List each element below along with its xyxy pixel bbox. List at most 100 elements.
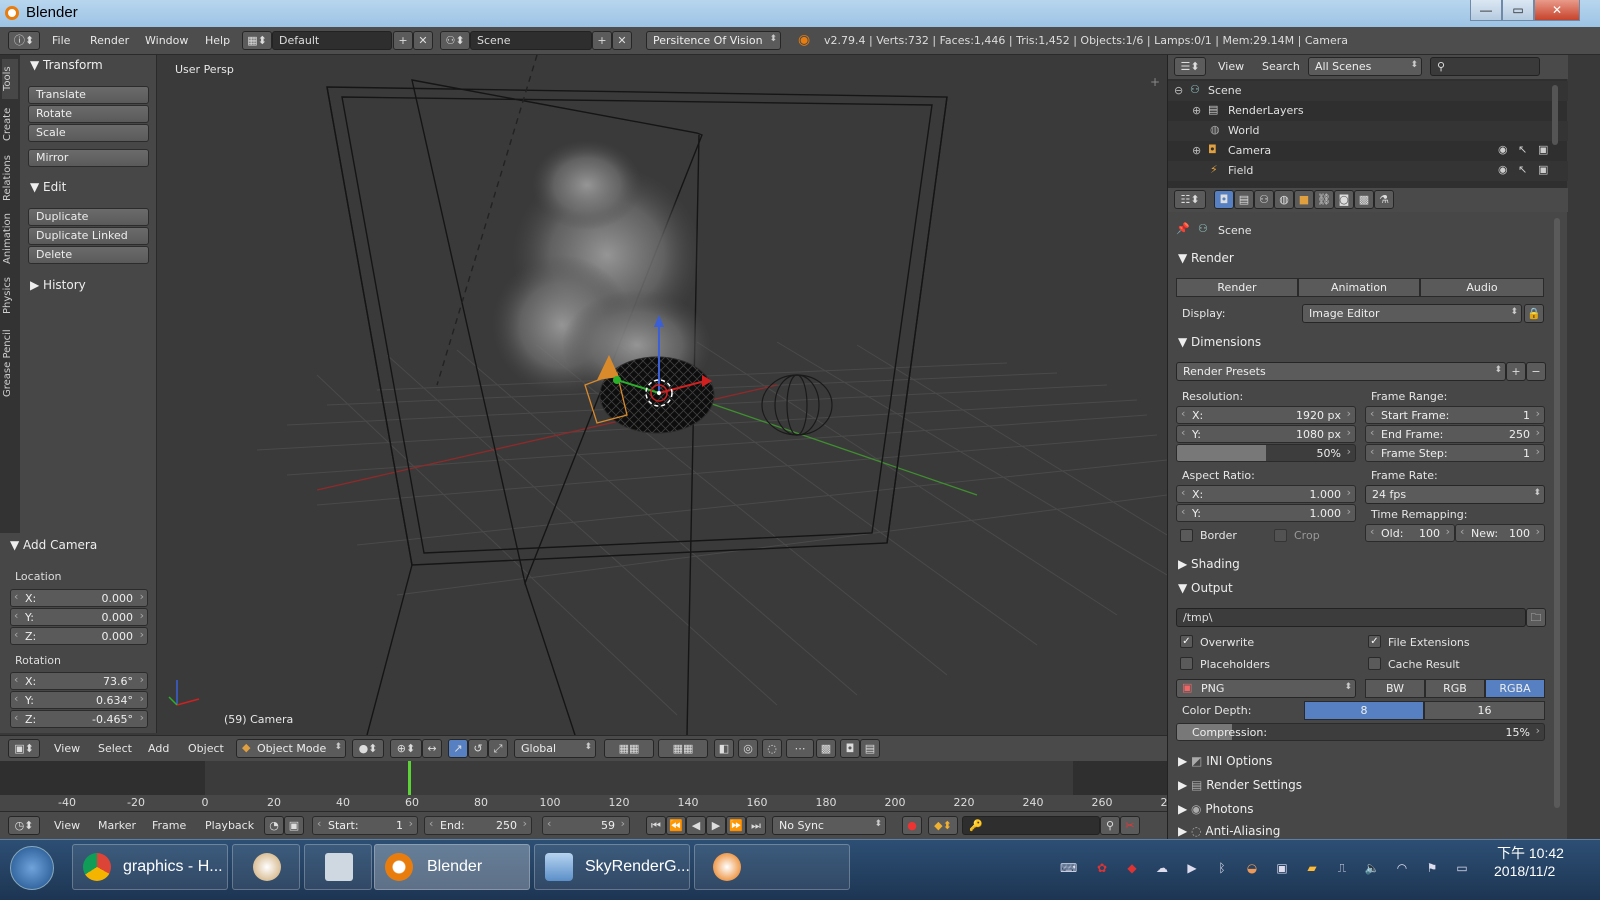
tab-animation[interactable]: Animation xyxy=(2,209,18,269)
render-toggle-icon[interactable]: ▣ xyxy=(1538,163,1548,176)
resolution-y-field[interactable]: Y: 1080 px xyxy=(1176,425,1356,443)
outliner-menu-search[interactable]: Search xyxy=(1262,60,1300,73)
location-y-field[interactable]: Y: 0.000 xyxy=(10,608,148,626)
world-context-icon[interactable]: ◍ xyxy=(1274,190,1294,209)
timeline-editor-type-icon[interactable]: ◷⬍ xyxy=(8,816,40,835)
expand-icon[interactable]: ⊕ xyxy=(1192,104,1201,117)
select-arrow-icon[interactable]: ↖ xyxy=(1518,163,1527,176)
taskbar-time[interactable]: 下午 10:42 xyxy=(1497,843,1564,863)
outliner-row-scene[interactable]: ⊖ ⚇ Scene xyxy=(1168,81,1568,101)
render-layers-context-icon[interactable]: ▤ xyxy=(1234,190,1254,209)
resolution-percentage-slider[interactable]: 50% xyxy=(1176,444,1356,462)
resolution-x-field[interactable]: X: 1920 px xyxy=(1176,406,1356,424)
remove-layout-button[interactable]: ✕ xyxy=(413,31,433,50)
proportional-edit-icon[interactable]: ◎ xyxy=(738,739,758,758)
3d-viewport[interactable]: User Persp (59) Camera + xyxy=(157,55,1167,735)
layers-icon[interactable]: ▦▦ xyxy=(604,739,654,758)
taskbar-java[interactable] xyxy=(694,844,850,890)
minimize-button[interactable]: — xyxy=(1470,0,1502,21)
cloud-tray-icon[interactable]: ☁ xyxy=(1154,861,1170,875)
rotation-x-field[interactable]: X: 73.6° xyxy=(10,672,148,690)
outliner-display-dropdown[interactable]: All Scenes xyxy=(1308,57,1422,76)
scene-context-icon[interactable]: ⚇ xyxy=(1254,190,1274,209)
file-format-dropdown[interactable]: PNG xyxy=(1176,679,1356,698)
duplicate-button[interactable]: Duplicate xyxy=(28,208,149,226)
render-engine-dropdown[interactable]: Persitence Of Vision xyxy=(646,31,781,50)
render-toggle-icon[interactable]: ▣ xyxy=(1538,143,1548,156)
outliner-row-world[interactable]: ◍ World xyxy=(1168,121,1568,141)
usb-tray-icon[interactable]: ⎍ xyxy=(1334,861,1350,875)
volume-tray-icon[interactable]: 🔈 xyxy=(1364,861,1380,875)
bluetooth-tray-icon[interactable]: ᛒ xyxy=(1214,861,1230,875)
scale-button[interactable]: Scale xyxy=(28,124,149,142)
render-context-icon[interactable]: ◘ xyxy=(1214,190,1234,209)
taskbar-chrome[interactable]: graphics - H... xyxy=(72,844,228,890)
add-camera-header[interactable]: ▼ Add Camera xyxy=(10,538,97,552)
color-mode-rgba[interactable]: RGBA xyxy=(1485,679,1545,698)
keying-set-field[interactable]: 🔑 xyxy=(962,816,1100,835)
compression-slider[interactable]: Compression: 15% xyxy=(1176,723,1545,741)
tab-grease-pencil[interactable]: Grease Pencil xyxy=(2,323,18,403)
frame-step-field[interactable]: Frame Step: 1 xyxy=(1365,444,1545,462)
remove-scene-button[interactable]: ✕ xyxy=(612,31,632,50)
animation-button[interactable]: Animation xyxy=(1298,278,1420,297)
orientation-dropdown[interactable]: Global xyxy=(514,739,596,758)
close-window-button[interactable]: ✕ xyxy=(1534,0,1580,21)
jump-end-icon[interactable]: ⏭ xyxy=(746,816,766,835)
timeline[interactable]: -40 -20 0 20 40 60 80 100 120 140 160 180 200 220 240 2… xyxy=(0,761,1182,811)
snap-element-icon[interactable]: ⋯ xyxy=(786,739,814,758)
outliner-menu-view[interactable]: View xyxy=(1218,60,1244,73)
security-tray-icon[interactable]: ▣ xyxy=(1274,861,1290,875)
expand-properties-icon[interactable]: + xyxy=(1150,75,1160,89)
wifi-tray-icon[interactable]: ◠ xyxy=(1394,861,1410,875)
menu-help[interactable]: Help xyxy=(205,34,230,47)
maximize-button[interactable]: ▭ xyxy=(1502,0,1534,21)
location-z-field[interactable]: Z: 0.000 xyxy=(10,627,148,645)
browse-folder-icon[interactable]: 🗀 xyxy=(1526,608,1546,627)
info-editor-type-icon[interactable]: ⓘ⬍ xyxy=(8,31,40,50)
media-tray-icon[interactable]: ▶ xyxy=(1184,861,1200,875)
remove-preset-button[interactable]: − xyxy=(1526,362,1546,381)
display-dropdown[interactable]: Image Editor xyxy=(1302,304,1522,323)
rotate-button[interactable]: Rotate xyxy=(28,105,149,123)
anti-aliasing-panel-header[interactable]: ▶ ◌ Anti-Aliasing xyxy=(1178,824,1280,838)
visibility-eye-icon[interactable]: ◉ xyxy=(1498,143,1508,156)
add-scene-button[interactable]: + xyxy=(592,31,612,50)
data-context-icon[interactable]: ◙ xyxy=(1334,190,1354,209)
translate-manipulator-icon[interactable]: ↗ xyxy=(448,739,468,758)
network-tray-icon[interactable]: ▭ xyxy=(1454,861,1470,875)
menu-frame[interactable]: Frame xyxy=(152,819,186,832)
start-frame-field[interactable]: Start Frame: 1 xyxy=(1365,406,1545,424)
outliner-editor-type-icon[interactable]: ☰⬍ xyxy=(1174,57,1206,76)
outliner-row-renderlayers[interactable]: ⊕ ▤ RenderLayers xyxy=(1168,101,1568,121)
select-arrow-icon[interactable]: ↖ xyxy=(1518,143,1527,156)
manipulator-toggle-icon[interactable]: ↔ xyxy=(422,739,442,758)
snap-target-icon[interactable]: ▩ xyxy=(816,739,836,758)
taskbar-date[interactable]: 2018/11/2 xyxy=(1494,863,1555,879)
output-path-input[interactable]: /tmp\ xyxy=(1176,608,1526,627)
mode-dropdown[interactable]: Object Mode xyxy=(236,739,346,758)
transform-panel-header[interactable]: ▼ Transform xyxy=(30,58,103,72)
add-preset-button[interactable]: + xyxy=(1506,362,1526,381)
border-checkbox[interactable] xyxy=(1180,529,1193,542)
tab-tools[interactable]: Tools xyxy=(2,59,18,99)
taskbar-paint[interactable] xyxy=(232,844,300,890)
color-mode-rgb[interactable]: RGB xyxy=(1425,679,1485,698)
play-icon[interactable]: ▶ xyxy=(706,816,726,835)
insert-keyframe-icon[interactable]: ⚲ xyxy=(1100,816,1120,835)
render-panel-header[interactable]: ▼ Render xyxy=(1178,251,1234,265)
photons-panel-header[interactable]: ▶ ◉ Photons xyxy=(1178,802,1253,816)
object-context-icon[interactable]: ■ xyxy=(1294,190,1314,209)
use-preview-range-icon[interactable]: ◔ xyxy=(264,816,284,835)
color-depth-16[interactable]: 16 xyxy=(1424,701,1545,720)
taskbar-skyrender[interactable]: SkyRenderG... xyxy=(534,844,690,890)
jump-start-icon[interactable]: ⏮ xyxy=(646,816,666,835)
properties-editor-type-icon[interactable]: ☷⬍ xyxy=(1174,190,1206,209)
render-presets-dropdown[interactable]: Render Presets xyxy=(1176,362,1506,381)
constraints-context-icon[interactable]: ⛓ xyxy=(1314,190,1334,209)
drive-tray-icon[interactable]: ◒ xyxy=(1244,861,1260,875)
taskbar-blender[interactable]: Blender xyxy=(374,844,530,890)
start-frame-field[interactable]: Start: 1 xyxy=(312,816,418,835)
outliner-search-input[interactable]: ⚲ xyxy=(1430,57,1540,76)
scene-selector-icon[interactable]: ⚇⬍ xyxy=(440,31,470,50)
